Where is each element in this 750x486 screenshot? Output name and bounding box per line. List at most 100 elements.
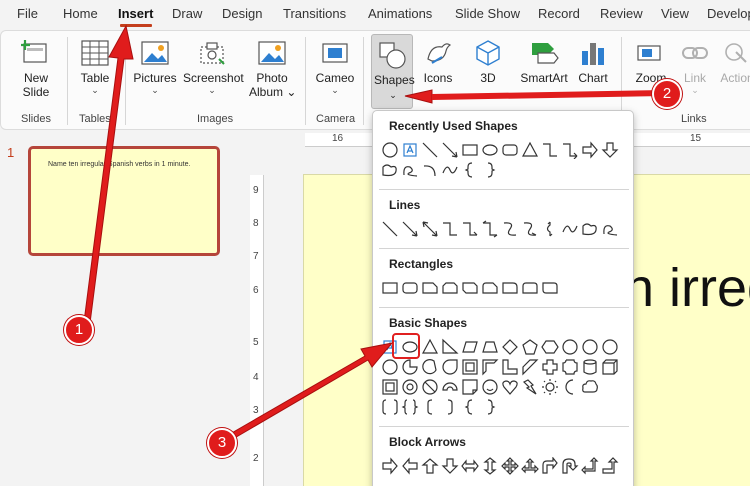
heart-shape-icon[interactable] [501,378,519,396]
no-symbol-shape-icon[interactable] [421,378,439,396]
tab-transitions[interactable]: Transitions [283,6,346,21]
rounded-rectangle-shape-icon[interactable] [501,141,519,159]
left-bracket-shape-icon[interactable] [421,398,439,416]
curve-shape-icon[interactable] [441,161,459,179]
right-arrow-shape-icon[interactable] [381,457,399,475]
table-button[interactable]: Table ⌄ [77,39,113,95]
down-arrow-shape-icon[interactable] [441,457,459,475]
icons-button[interactable]: Icons [421,39,455,85]
shapes-button[interactable]: Shapes ⌄ [371,34,415,109]
left-right-arrow-shape-icon[interactable] [461,457,479,475]
oval-shape-icon[interactable] [481,141,499,159]
heptagon-shape-icon[interactable] [561,338,579,356]
left-right-up-arrow-shape-icon[interactable] [521,457,539,475]
freeform-shape-icon[interactable] [381,161,399,179]
block-arc-shape-icon[interactable] [441,378,459,396]
left-brace-shape-icon[interactable] [461,398,479,416]
u-turn-arrow-shape-icon[interactable] [561,457,579,475]
double-bracket-shape-icon[interactable] [381,398,399,416]
snip-same-side-rectangle-shape-icon[interactable] [441,279,459,297]
tab-developer[interactable]: Develop [707,6,750,21]
half-frame-shape-icon[interactable] [481,358,499,376]
chart-button[interactable]: Chart [575,39,611,85]
right-triangle-shape-icon[interactable] [441,338,459,356]
cross-shape-icon[interactable] [541,358,559,376]
elbow-connector-shape-icon[interactable] [541,141,559,159]
text-box-shape-icon[interactable] [401,141,419,159]
cloud-shape-icon[interactable] [581,378,599,396]
slide-title-text[interactable]: n irreg [624,257,750,319]
pentagon-shape-icon[interactable] [521,338,539,356]
pictures-button[interactable]: Pictures ⌄ [132,39,178,95]
line-shape-icon[interactable] [381,220,399,238]
trapezoid-shape-icon[interactable] [481,338,499,356]
right-bracket-shape-icon[interactable] [441,398,459,416]
snip-diagonal-rectangle-shape-icon[interactable] [461,279,479,297]
freeform-shape-icon[interactable] [581,220,599,238]
screenshot-button[interactable]: Screenshot ⌄ [183,39,244,95]
tab-view[interactable]: View [661,6,689,21]
cameo-button[interactable]: Cameo ⌄ [315,39,355,95]
teardrop-shape-icon[interactable] [441,358,459,376]
photo-album-button[interactable]: Photo Album ⌄ [249,39,296,99]
diamond-shape-icon[interactable] [501,338,519,356]
tab-review[interactable]: Review [600,6,643,21]
chord-shape-icon[interactable] [421,358,439,376]
elbow-connector-shape-icon[interactable] [441,220,459,238]
elbow-arrow-shape-icon[interactable] [561,141,579,159]
smiley-face-shape-icon[interactable] [481,378,499,396]
slide-thumbnail[interactable]: Name ten irregular Spanish verbs in 1 mi… [28,146,220,256]
tab-design[interactable]: Design [222,6,262,21]
rectangle-shape-icon[interactable] [461,141,479,159]
tab-slide-show[interactable]: Slide Show [455,6,520,21]
curved-connector-shape-icon[interactable] [501,220,519,238]
tab-draw[interactable]: Draw [172,6,202,21]
snip-round-rectangle-shape-icon[interactable] [481,279,499,297]
line-arrow-shape-icon[interactable] [401,220,419,238]
dodecagon-shape-icon[interactable] [381,358,399,376]
right-brace-shape-icon[interactable] [481,161,499,179]
right-brace-shape-icon[interactable] [481,398,499,416]
3d-models-button[interactable]: 3D [471,39,505,85]
left-arrow-shape-icon[interactable] [401,457,419,475]
bevel-shape-icon[interactable] [381,378,399,396]
snip-corner-rectangle-shape-icon[interactable] [421,279,439,297]
diagonal-stripe-shape-icon[interactable] [521,358,539,376]
up-down-arrow-shape-icon[interactable] [481,457,499,475]
up-arrow-shape-icon[interactable] [421,457,439,475]
elbow-double-arrow-shape-icon[interactable] [481,220,499,238]
tab-home[interactable]: Home [63,6,98,21]
round-diagonal-rectangle-shape-icon[interactable] [541,279,559,297]
smartart-button[interactable]: SmartArt [517,39,571,85]
left-brace-shape-icon[interactable] [461,161,479,179]
down-arrow-shape-icon[interactable] [601,141,619,159]
octagon-7-shape-icon[interactable] [381,141,399,159]
scribble-shape-icon[interactable] [601,220,619,238]
bent-arrow-shape-icon[interactable] [541,457,559,475]
double-brace-shape-icon[interactable] [401,398,419,416]
rounded-rectangle-shape-icon[interactable] [401,279,419,297]
left-up-arrow-shape-icon[interactable] [581,457,599,475]
octagon-shape-icon[interactable] [581,338,599,356]
rectangle-shape-icon[interactable] [381,279,399,297]
moon-shape-icon[interactable] [561,378,579,396]
plaque-shape-icon[interactable] [561,358,579,376]
parallelogram-shape-icon[interactable] [461,338,479,356]
curved-arrow-connector-shape-icon[interactable] [521,220,539,238]
isosceles-triangle-shape-icon[interactable] [421,338,439,356]
curved-double-arrow-shape-icon[interactable] [541,220,559,238]
action-button[interactable]: Action [717,39,750,85]
bent-up-arrow-shape-icon[interactable] [601,457,619,475]
link-button[interactable]: Link ⌄ [677,39,713,95]
tab-file[interactable]: File [17,6,38,21]
line-arrow-shape-icon[interactable] [441,141,459,159]
round-one-corner-rectangle-shape-icon[interactable] [501,279,519,297]
triangle-shape-icon[interactable] [521,141,539,159]
folded-corner-shape-icon[interactable] [461,378,479,396]
cube-shape-icon[interactable] [601,358,619,376]
right-arrow-shape-icon[interactable] [581,141,599,159]
curve-shape-icon[interactable] [561,220,579,238]
scribble-shape-icon[interactable] [401,161,419,179]
tab-insert[interactable]: Insert [118,6,153,21]
lightning-bolt-shape-icon[interactable] [521,378,539,396]
